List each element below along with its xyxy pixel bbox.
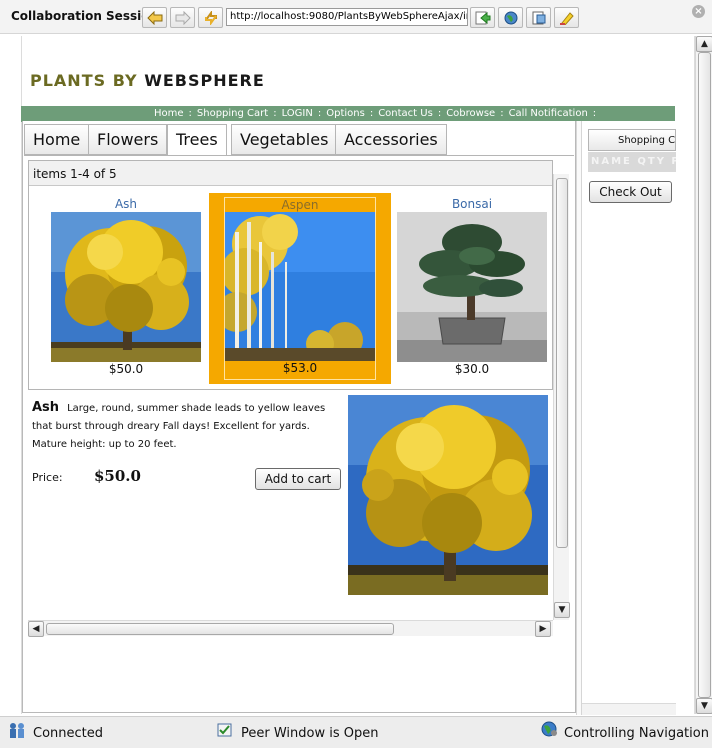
nav-link-contact-us[interactable]: Contact Us	[378, 108, 433, 119]
bonsai-tree-image	[397, 212, 547, 362]
ash-tree-image	[51, 212, 201, 362]
vertical-scroll-thumb[interactable]	[556, 178, 568, 548]
window-vertical-scrollbar[interactable]: ▲ ▼	[695, 36, 712, 714]
detail-product-name: Ash	[32, 400, 60, 415]
nav-link-login[interactable]: LOGIN	[282, 108, 313, 119]
tab-home[interactable]: Home	[24, 124, 90, 155]
highlight-button[interactable]	[554, 7, 579, 28]
product-name[interactable]: Aspen	[225, 198, 375, 212]
nav-link-call-notification[interactable]: Call Notification	[509, 108, 588, 119]
back-button[interactable]	[142, 7, 167, 28]
globe-navigation-icon	[541, 721, 557, 737]
tab-trees[interactable]: Trees	[167, 124, 227, 156]
document-button[interactable]	[526, 7, 551, 28]
highlight-icon	[560, 12, 574, 25]
nav-separator: :	[500, 108, 504, 119]
nav-separator: :	[188, 108, 192, 119]
window-scroll-down-button[interactable]: ▼	[696, 698, 712, 714]
go-icon	[475, 11, 491, 25]
users-icon	[10, 723, 24, 738]
nav-separator: :	[592, 108, 597, 119]
checkbox-icon	[217, 723, 232, 737]
globe-icon	[504, 11, 518, 25]
aspen-tree-image	[225, 212, 375, 361]
tab-flowers[interactable]: Flowers	[88, 124, 168, 155]
product-description: Ash Large, round, summer shade leads to y…	[32, 399, 332, 454]
go-button[interactable]	[470, 7, 495, 28]
product-price: $30.0	[454, 362, 490, 376]
url-field[interactable]: http://localhost:9080/PlantsByWebSphereA…	[226, 8, 468, 26]
refresh-icon	[205, 11, 217, 25]
list-header: items 1-4 of 5	[29, 161, 552, 186]
logo-text-part2: WEBSPHERE	[144, 71, 265, 90]
refresh-button[interactable]	[198, 7, 223, 28]
product-card-bonsai[interactable]: Bonsai $30.0	[397, 197, 547, 376]
nav-link-options[interactable]: Options	[326, 108, 365, 119]
scroll-down-button[interactable]: ▼	[554, 602, 570, 618]
price-value: $50.0	[94, 467, 141, 485]
scroll-right-button[interactable]: ▶	[535, 621, 551, 637]
product-detail: Ash Large, round, summer shade leads to y…	[28, 395, 553, 605]
selected-card-border: Aspen $53.0	[224, 197, 376, 380]
nav-separator: :	[273, 108, 277, 119]
back-arrow-icon	[147, 11, 163, 25]
forward-button[interactable]	[170, 7, 195, 28]
product-price: $53.0	[282, 361, 318, 375]
product-list-panel: items 1-4 of 5 Ash $50.0 Aspen $53.0 Bon…	[28, 160, 553, 390]
tab-divider	[24, 155, 574, 156]
title-bar: Collaboration Session http://localhost:9…	[0, 0, 712, 34]
nav-link-shopping-cart[interactable]: Shopping Cart	[197, 108, 268, 119]
site-logo[interactable]: PLANTS BY WEBSPHERE	[30, 71, 265, 90]
nav-separator: :	[437, 108, 442, 119]
scroll-left-button[interactable]: ◀	[28, 621, 44, 637]
price-label: Price:	[32, 471, 63, 484]
forward-arrow-icon	[175, 11, 191, 25]
collaboration-window: Collaboration Session http://localhost:9…	[0, 0, 712, 748]
cart-horizontal-scrollbar[interactable]	[582, 703, 676, 715]
status-bar: Connected Peer Window is Open Controllin…	[0, 716, 712, 748]
product-card-ash[interactable]: Ash $50.0	[51, 197, 201, 376]
product-card-aspen[interactable]: Aspen $53.0	[209, 193, 391, 384]
nav-separator: :	[317, 108, 322, 119]
connected-status: Connected	[33, 726, 104, 741]
cart-header: Shopping Cart	[588, 129, 676, 151]
window-title: Collaboration Session	[11, 9, 159, 23]
product-price: $50.0	[108, 362, 144, 376]
content-horizontal-scrollbar[interactable]: ◀ ▶	[28, 620, 553, 637]
tab-accessories[interactable]: Accessories	[335, 124, 447, 155]
window-scroll-up-button[interactable]: ▲	[696, 36, 712, 52]
tab-vegetables[interactable]: Vegetables	[231, 124, 338, 155]
peer-window-status: Peer Window is Open	[241, 726, 379, 741]
document-icon	[532, 11, 546, 25]
nav-separator: :	[369, 108, 374, 119]
check-out-button[interactable]: Check Out	[589, 181, 672, 203]
logo-text-part1: PLANTS BY	[30, 71, 138, 90]
detail-ash-tree-image	[348, 395, 548, 595]
nav-link-cobrowse[interactable]: Cobrowse	[446, 108, 495, 119]
cart-panel: Shopping Cart NAME QTY P Check Out	[582, 121, 676, 715]
close-icon[interactable]: ×	[692, 5, 705, 18]
product-name[interactable]: Ash	[51, 197, 201, 211]
detail-description-text: Large, round, summer shade leads to yell…	[32, 403, 326, 450]
window-scroll-thumb[interactable]	[698, 52, 711, 698]
product-name[interactable]: Bonsai	[397, 197, 547, 211]
nav-link-home[interactable]: Home	[154, 108, 184, 119]
cart-columns: NAME QTY P	[588, 152, 676, 172]
navigation-status: Controlling Navigation	[564, 726, 709, 741]
content-vertical-scrollbar[interactable]: ▼	[553, 174, 570, 620]
add-to-cart-button[interactable]: Add to cart	[255, 468, 341, 490]
horizontal-scroll-thumb[interactable]	[46, 623, 394, 635]
globe-button[interactable]	[498, 7, 523, 28]
